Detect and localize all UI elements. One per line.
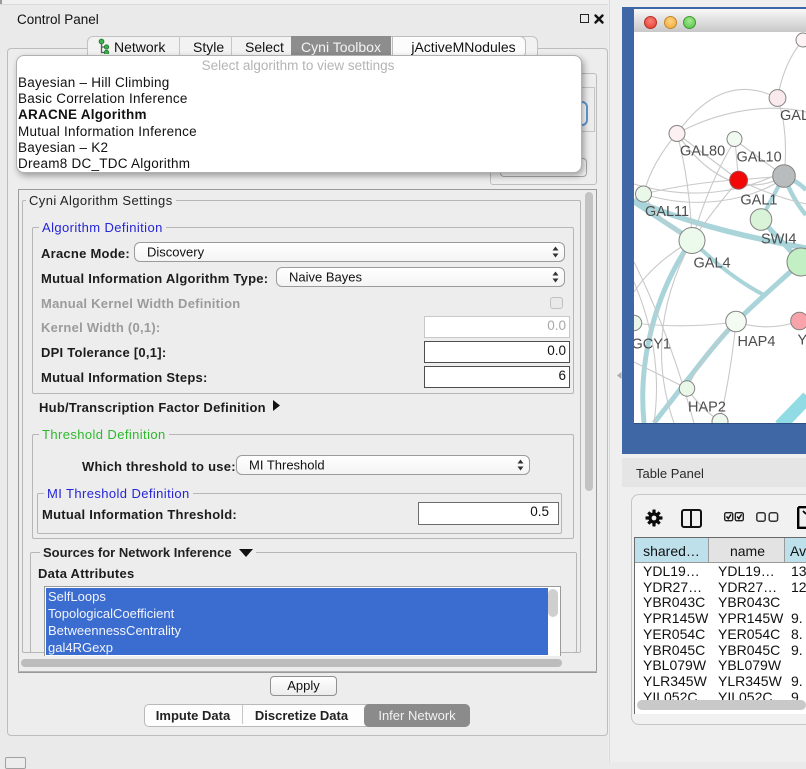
svg-text:Y: Y [798, 333, 806, 349]
svg-text:GAL7: GAL7 [780, 108, 806, 124]
svg-text:HAP4: HAP4 [738, 334, 776, 350]
svg-text:GAL1: GAL1 [740, 193, 777, 209]
svg-text:GAL80: GAL80 [680, 144, 725, 160]
svg-text:SWI4: SWI4 [761, 231, 796, 247]
svg-text:HAP2: HAP2 [688, 400, 726, 416]
svg-text:GAL11: GAL11 [645, 204, 689, 220]
svg-text:GAL4: GAL4 [694, 256, 731, 272]
svg-text:GAL10: GAL10 [737, 150, 782, 166]
svg-text:GCY1: GCY1 [634, 337, 671, 353]
